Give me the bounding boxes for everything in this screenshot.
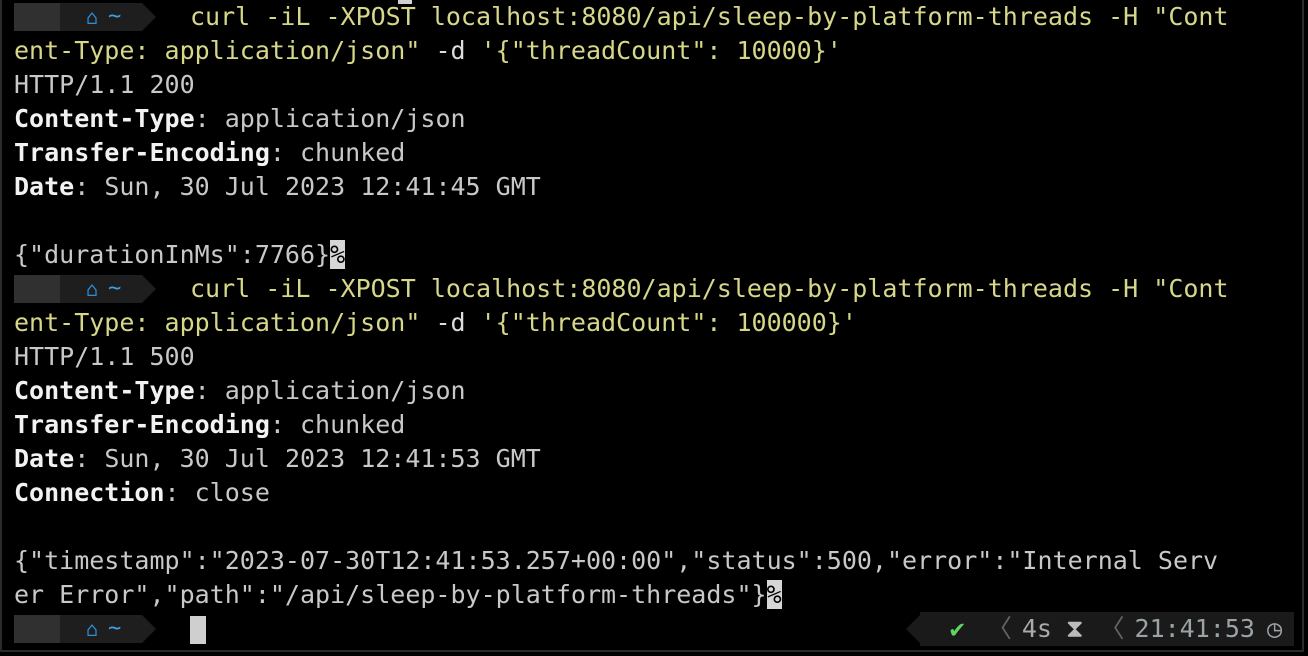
command-text: curl -iL -XPOST localhost:8080/api/sleep…: [190, 274, 1229, 303]
header-line: Connection: close: [14, 478, 270, 507]
duration-label: 4s: [1021, 614, 1052, 643]
header-line: Date: Sun, 30 Jul 2023 12:41:45 GMT: [14, 172, 541, 201]
chevron-left-icon: 〈: [1099, 614, 1125, 643]
check-icon: ✔: [949, 614, 965, 643]
no-newline-marker: %: [766, 580, 782, 609]
chevron-left-icon: 〈: [986, 614, 1012, 643]
header-line: Date: Sun, 30 Jul 2023 12:41:53 GMT: [14, 444, 541, 473]
terminal-window[interactable]: ⌂ ~ curl -iL -XPOST localhost:8080/api/sl…: [0, 0, 1304, 652]
header-line: Content-Type: application/json: [14, 376, 466, 405]
command-text: curl -iL -XPOST localhost:8080/api/sleep…: [190, 2, 1229, 31]
os-segment: [14, 615, 74, 643]
response-body: {"durationInMs":7766}%: [14, 240, 346, 269]
prompt-line: ⌂ ~ curl -iL -XPOST localhost:8080/api/sl…: [14, 272, 1302, 306]
input-area[interactable]: [190, 612, 206, 646]
os-segment: [14, 275, 74, 303]
right-status: ✔ 〈 4s ⧗ 〈 21:41:53 ◷: [905, 612, 1294, 646]
http-status: HTTP/1.1 500: [14, 342, 195, 371]
dir-label: ~: [108, 4, 122, 29]
hourglass-icon: ⧗: [1065, 614, 1084, 643]
command-wrap: ent-Type: application/json" -d '{"thread…: [14, 308, 857, 337]
prompt-segments: ⌂ ~: [14, 0, 156, 34]
http-status: HTTP/1.1 200: [14, 70, 195, 99]
clock-time: 21:41:53: [1134, 614, 1255, 643]
dir-segment: ⌂ ~: [60, 3, 156, 31]
clock-icon: ◷: [1266, 614, 1282, 643]
dir-segment: ⌂ ~: [60, 275, 156, 303]
response-body: {"timestamp":"2023-07-30T12:41:53.257+00…: [14, 546, 1219, 575]
home-icon: ⌂: [86, 5, 99, 29]
header-line: Content-Type: application/json: [14, 104, 466, 133]
no-newline-marker: %: [330, 240, 346, 269]
os-segment: [14, 3, 74, 31]
prompt-segments: ⌂ ~: [14, 612, 156, 646]
home-icon: ⌂: [86, 617, 99, 641]
prompt-line: ⌂ ~ curl -iL -XPOST localhost:8080/api/sl…: [14, 0, 1302, 34]
prompt-segments: ⌂ ~: [14, 272, 156, 306]
response-body-wrap: er Error","path":"/api/sleep-by-platform…: [14, 580, 782, 609]
command-wrap: ent-Type: application/json" -d '{"thread…: [14, 36, 842, 65]
active-prompt-line[interactable]: ⌂ ~ ✔ 〈 4s ⧗ 〈 21:41:53 ◷: [14, 612, 1302, 646]
header-line: Transfer-Encoding: chunked: [14, 138, 406, 167]
home-icon: ⌂: [86, 277, 99, 301]
text-cursor: [190, 616, 206, 644]
dir-segment: ⌂ ~: [60, 615, 156, 643]
header-line: Transfer-Encoding: chunked: [14, 410, 406, 439]
